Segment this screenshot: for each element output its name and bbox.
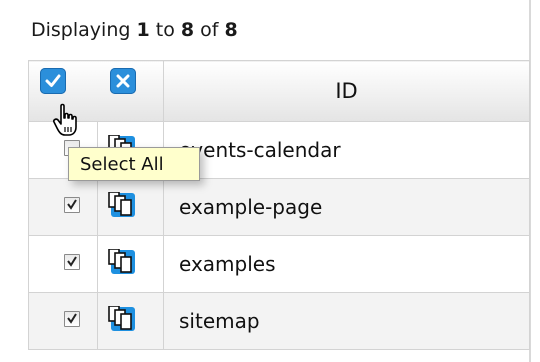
grid-panel: Displaying 1 to 8 of 8 ID events-calenda…: [0, 0, 531, 362]
summary-to: to: [149, 19, 181, 41]
row-id[interactable]: sitemap: [163, 292, 530, 350]
row-checkbox[interactable]: [64, 197, 80, 213]
checkmark-icon: [67, 313, 77, 324]
checkmark-icon: [67, 256, 77, 267]
row-select-cell: [28, 292, 98, 350]
row-select-cell: [28, 178, 98, 236]
pagination-summary: Displaying 1 to 8 of 8: [31, 19, 238, 41]
summary-end: 8: [180, 19, 195, 41]
table-row: examples: [28, 235, 530, 293]
summary-prefix: Displaying: [31, 19, 137, 41]
select-all-tooltip: Select All: [68, 147, 200, 181]
pages-icon[interactable]: [108, 305, 136, 332]
table-row: sitemap: [28, 292, 530, 350]
row-id[interactable]: example-page: [163, 178, 530, 236]
select-all-button[interactable]: [40, 68, 66, 94]
summary-start: 1: [136, 19, 150, 41]
checkmark-icon: [67, 199, 77, 210]
row-icon-cell: [97, 292, 164, 350]
row-select-cell: [28, 235, 98, 293]
row-icon-cell: [97, 235, 164, 293]
row-checkbox[interactable]: [64, 311, 80, 327]
pages-table: ID events-calendar example-page examples…: [28, 60, 530, 350]
pages-icon[interactable]: [108, 191, 136, 218]
summary-total: 8: [224, 19, 238, 41]
hand-pointer-icon: [53, 103, 77, 136]
check-icon: [45, 74, 61, 87]
row-id[interactable]: examples: [163, 235, 530, 293]
table-header: ID: [28, 60, 530, 122]
pages-icon[interactable]: [108, 248, 136, 275]
table-row: example-page: [28, 178, 530, 236]
summary-of: of: [194, 19, 225, 41]
row-checkbox[interactable]: [64, 254, 80, 270]
deselect-all-button[interactable]: [110, 68, 136, 94]
row-icon-cell: [97, 178, 164, 236]
row-id[interactable]: events-calendar: [163, 121, 530, 179]
column-header-id[interactable]: ID: [163, 60, 530, 122]
x-icon: [116, 74, 130, 88]
